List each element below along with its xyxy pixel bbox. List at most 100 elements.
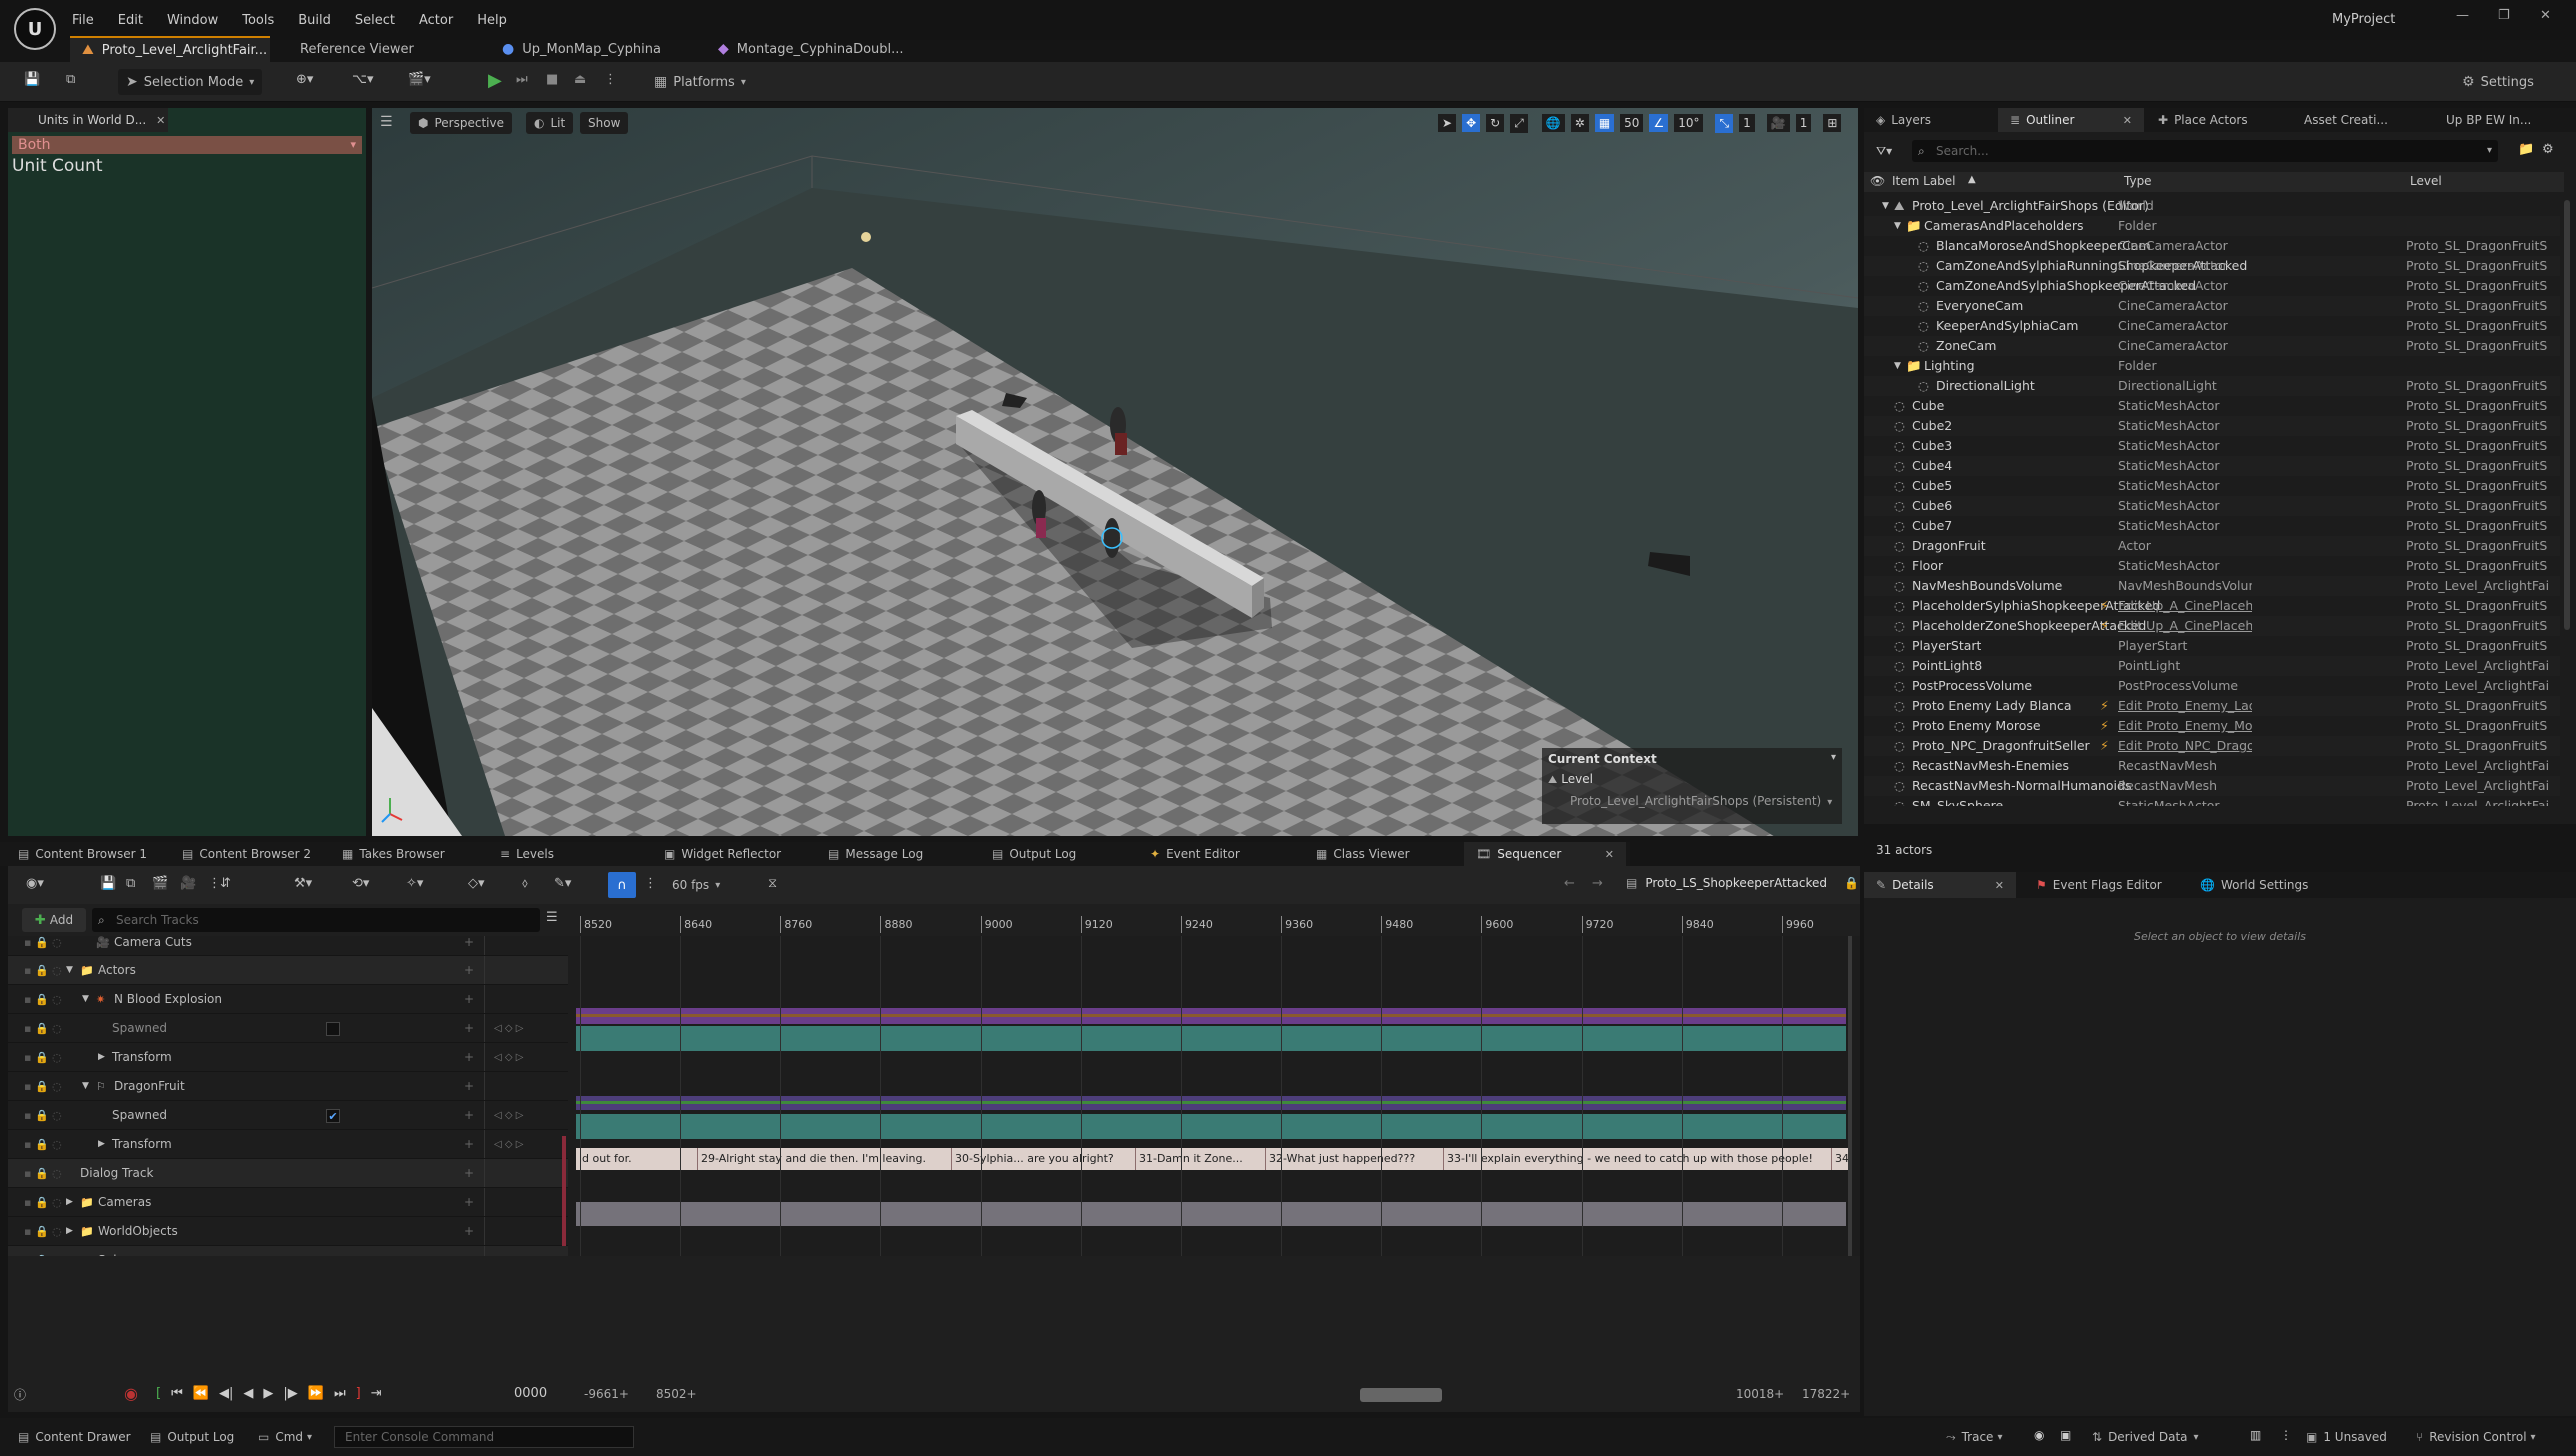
menu-tools[interactable]: Tools — [242, 13, 274, 28]
tab-widget-reflector[interactable]: ▣ Widget Reflector — [652, 842, 793, 866]
track-add-icon[interactable]: + — [464, 956, 474, 985]
outliner-scrollbar[interactable] — [2564, 200, 2570, 630]
track-lock-mute-icons[interactable]: ▪ 🔒 ◌ — [24, 1072, 62, 1101]
selection-mode-button[interactable]: ➤ Selection Mode ▾ — [118, 69, 263, 95]
track-row[interactable]: ▪ 🔒 ◌ ▶ Transform + ◁ ◇ ▷ — [8, 1130, 568, 1159]
edit-blueprint-link[interactable]: Edit Up_A_CinePlaceho — [2118, 616, 2252, 636]
tab-details[interactable]: ✎ Details ✕ — [1864, 872, 2016, 898]
edit-blueprint-link[interactable]: Edit Proto_Enemy_Mor — [2118, 716, 2252, 736]
snap-menu-icon[interactable]: ⋮ — [644, 876, 657, 891]
track-row[interactable]: ▪ 🔒 ◌ Spawned + ◁ ◇ ▷ — [8, 1014, 568, 1043]
menu-select[interactable]: Select — [355, 13, 395, 28]
platforms-button[interactable]: ▦ Platforms ▾ — [648, 69, 752, 95]
expand-arrow-icon[interactable]: ▼ — [1882, 196, 1889, 216]
outliner-row[interactable]: ◌ Proto Enemy Morose ⚡ Edit Proto_Enemy_Mor… — [1864, 716, 2560, 736]
lock-icon[interactable]: 🔒 — [1844, 876, 1859, 890]
close-tab-icon[interactable]: ✕ — [1605, 848, 1614, 861]
key-interp-icon[interactable]: ⬨ — [522, 876, 528, 891]
more-options-icon[interactable]: ⋮ — [2280, 1428, 2292, 1442]
eye-icon[interactable]: 👁 — [1870, 174, 1885, 188]
view-end-field[interactable]: 10018+ — [1736, 1387, 1784, 1401]
dialog-section[interactable]: 31-Damn it Zone... — [1136, 1148, 1266, 1170]
close-tab-icon[interactable]: ✕ — [1995, 879, 2004, 892]
track-lock-mute-icons[interactable]: ▪ 🔒 ◌ — [24, 1101, 62, 1130]
menu-help[interactable]: Help — [477, 13, 507, 28]
close-tab-icon[interactable]: ✕ — [156, 114, 165, 127]
scale-snap-icon[interactable]: ⤡ — [1715, 113, 1734, 133]
outliner-row[interactable]: ◌ Cube4 StaticMeshActor Proto_SL_DragonFrui… — [1864, 456, 2560, 476]
outliner-row[interactable]: ◌ RecastNavMesh-NormalHumanoids RecastNavM… — [1864, 776, 2560, 796]
outliner-row[interactable]: ◌ ZoneCam CineCameraActor Proto_SL_DragonFr… — [1864, 336, 2560, 356]
track-lock-mute-icons[interactable]: ▪ 🔒 ◌ — [24, 985, 62, 1014]
track-filter-icon[interactable]: ☰ — [546, 910, 558, 925]
expand-arrow-icon[interactable]: ▼ — [1894, 216, 1901, 236]
console-input[interactable]: Enter Console Command — [334, 1426, 634, 1448]
lit-button[interactable]: ◐ Lit — [526, 112, 574, 134]
outliner-row[interactable]: ◌ KeeperAndSylphiaCam CineCameraActor Proto… — [1864, 316, 2560, 336]
play-icon[interactable]: ▶ — [488, 70, 502, 91]
filter-icon[interactable]: ⛛▾ — [1876, 144, 1892, 159]
col-label[interactable]: Item Label — [1892, 174, 1956, 188]
forward-arrow-icon[interactable]: → — [1592, 876, 1603, 891]
curve-editor-icon[interactable]: ⧖ — [768, 876, 777, 891]
outliner-row[interactable]: ◌ Proto Enemy Lady Blanca ⚡ Edit Proto_Enem… — [1864, 696, 2560, 716]
rotate-tool-icon[interactable]: ↻ — [1486, 114, 1505, 132]
stop-icon[interactable]: ■ — [546, 72, 558, 87]
next-frame-icon[interactable]: |▶ — [283, 1386, 297, 1401]
tab-takes-browser[interactable]: ▦ Takes Browser — [330, 842, 457, 866]
track-add-icon[interactable]: + — [464, 1159, 474, 1188]
tab-levels[interactable]: ≡ Levels — [488, 842, 566, 866]
play-reverse-icon[interactable]: ◀ — [243, 1386, 253, 1401]
menu-build[interactable]: Build — [298, 13, 331, 28]
keyframe-nav-icons[interactable]: ◁ ◇ ▷ — [494, 1101, 523, 1130]
layout-icon[interactable]: ⊞ — [1823, 114, 1842, 132]
prev-key-icon[interactable]: ⏪ — [193, 1386, 209, 1401]
more-icon[interactable]: ⋮ — [604, 72, 617, 87]
render-icon[interactable]: 🎬 — [152, 876, 168, 891]
tab-event-flags[interactable]: ⚑ Event Flags Editor — [2024, 872, 2174, 898]
expand-arrow-icon[interactable]: ▼ — [66, 956, 73, 985]
expand-arrow-icon[interactable]: ▼ — [82, 985, 89, 1014]
record-status-icon[interactable]: ◉ — [2034, 1428, 2044, 1442]
unsaved-button[interactable]: ▣ 1 Unsaved — [2306, 1426, 2387, 1448]
edit-blueprint-link[interactable]: Edit Proto_Enemy_Lady — [2118, 696, 2252, 716]
info-icon[interactable]: ⓘ — [14, 1386, 26, 1403]
outliner-row[interactable]: ◌ Cube StaticMeshActor Proto_SL_DragonFruit… — [1864, 396, 2560, 416]
spawned-track-bar-1[interactable] — [576, 1008, 1846, 1024]
track-row[interactable]: ▪ 🔒 ◌ ▼ ⚐ DragonFruit + — [8, 1072, 568, 1101]
scale-snap-value[interactable]: 1 — [1739, 114, 1755, 132]
prev-frame-icon[interactable]: ◀| — [219, 1386, 233, 1401]
sequence-breadcrumb[interactable]: ▤ Proto_LS_ShopkeeperAttacked — [1626, 876, 1827, 890]
edit-blueprint-link[interactable]: Edit Proto_NPC_Dragor — [2118, 736, 2252, 756]
grid-snap-icon[interactable]: ▦ — [1594, 114, 1615, 132]
track-lock-mute-icons[interactable]: ▪ 🔒 ◌ — [24, 956, 62, 985]
track-row[interactable]: ▪ 🔒 ◌ ▶ 📁 Cameras + — [8, 1188, 568, 1217]
tab-place-actors[interactable]: ✚ Place Actors — [2146, 108, 2260, 132]
outliner-row[interactable]: ◌ SM_SkySphere StaticMeshActor Proto_Level_… — [1864, 796, 2560, 806]
outliner-row[interactable]: ◌ DirectionalLight DirectionalLight Proto_S… — [1864, 376, 2560, 396]
track-add-icon[interactable]: + — [464, 1043, 474, 1072]
track-area[interactable]: ld out for. 29-Alright stay and die then.… — [568, 936, 1860, 1256]
track-lock-mute-icons[interactable]: ▪ 🔒 ◌ — [24, 1130, 62, 1159]
current-frame-field[interactable]: 0000 — [514, 1386, 547, 1401]
context-level-dropdown[interactable]: Proto_Level_ArclightFairShops (Persisten… — [1570, 794, 1832, 808]
outliner-row[interactable]: ◌ NavMeshBoundsVolume NavMeshBoundsVolum Pr… — [1864, 576, 2560, 596]
track-add-icon[interactable]: + — [464, 936, 474, 957]
track-add-icon[interactable]: + — [464, 1072, 474, 1101]
tab-outliner[interactable]: ≣ Outliner ✕ — [1998, 108, 2144, 132]
level-viewport[interactable]: ☰ ⬢ Perspective ◐ Lit Show ➤ ✥ ↻ ⤢ 🌐 ✲ ▦… — [372, 108, 1858, 836]
track-row[interactable]: ▪ 🔒 ◌ ▼ ▬ Subsequences + — [8, 1246, 568, 1256]
outliner-row[interactable]: ⛰ ▼ Proto_Level_ArclightFairShops (Editor)… — [1864, 196, 2560, 216]
snap-toggle-button[interactable]: ∩ — [608, 872, 636, 898]
back-arrow-icon[interactable]: ← — [1564, 876, 1575, 891]
tools-icon[interactable]: ⚒▾ — [294, 876, 312, 891]
dialog-section[interactable]: 29-Alright stay and die then. I'm leavin… — [698, 1148, 952, 1170]
outliner-row[interactable]: ◌ EveryoneCam CineCameraActor Proto_SL_Drag… — [1864, 296, 2560, 316]
worldobjects-track-bar[interactable] — [576, 1202, 1846, 1226]
tab-up-bp[interactable]: Up BP EW In... — [2434, 108, 2543, 132]
play-forward-icon[interactable]: ▶ — [263, 1386, 273, 1401]
range-start-field[interactable]: -9661+ — [584, 1387, 629, 1401]
trace-button[interactable]: ⤳ Trace ▾ — [1946, 1426, 2002, 1448]
minimize-icon[interactable]: — — [2456, 8, 2469, 23]
track-add-icon[interactable]: + — [464, 985, 474, 1014]
